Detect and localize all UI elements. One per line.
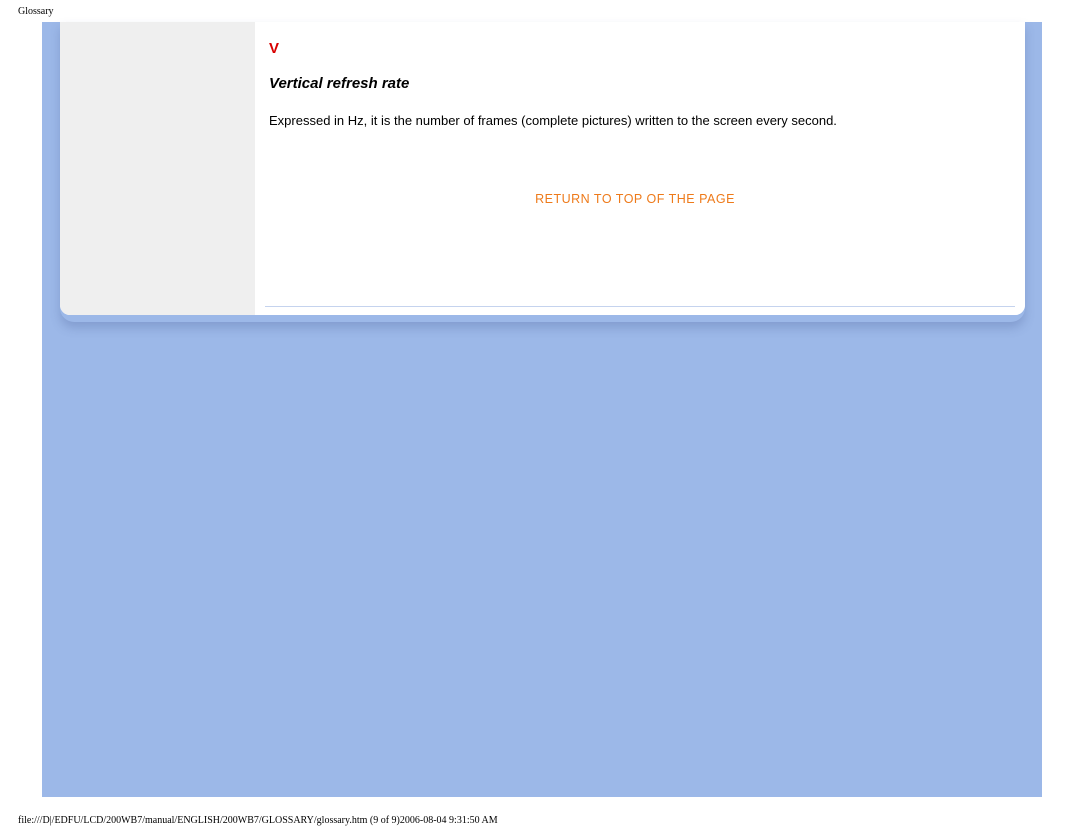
section-letter: V bbox=[269, 40, 1001, 57]
page-header-label: Glossary bbox=[18, 6, 54, 17]
return-to-top-link[interactable]: RETURN TO TOP OF THE PAGE bbox=[535, 192, 735, 206]
term-title: Vertical refresh rate bbox=[269, 75, 1001, 92]
sidebar bbox=[60, 22, 255, 315]
return-link-container: RETURN TO TOP OF THE PAGE bbox=[269, 190, 1001, 208]
term-body: Expressed in Hz, it is the number of fra… bbox=[269, 112, 1001, 130]
content-card: V Vertical refresh rate Expressed in Hz,… bbox=[60, 22, 1025, 315]
content-divider bbox=[265, 306, 1015, 307]
main-content: V Vertical refresh rate Expressed in Hz,… bbox=[255, 22, 1025, 315]
footer-file-path: file:///D|/EDFU/LCD/200WB7/manual/ENGLIS… bbox=[18, 815, 498, 826]
